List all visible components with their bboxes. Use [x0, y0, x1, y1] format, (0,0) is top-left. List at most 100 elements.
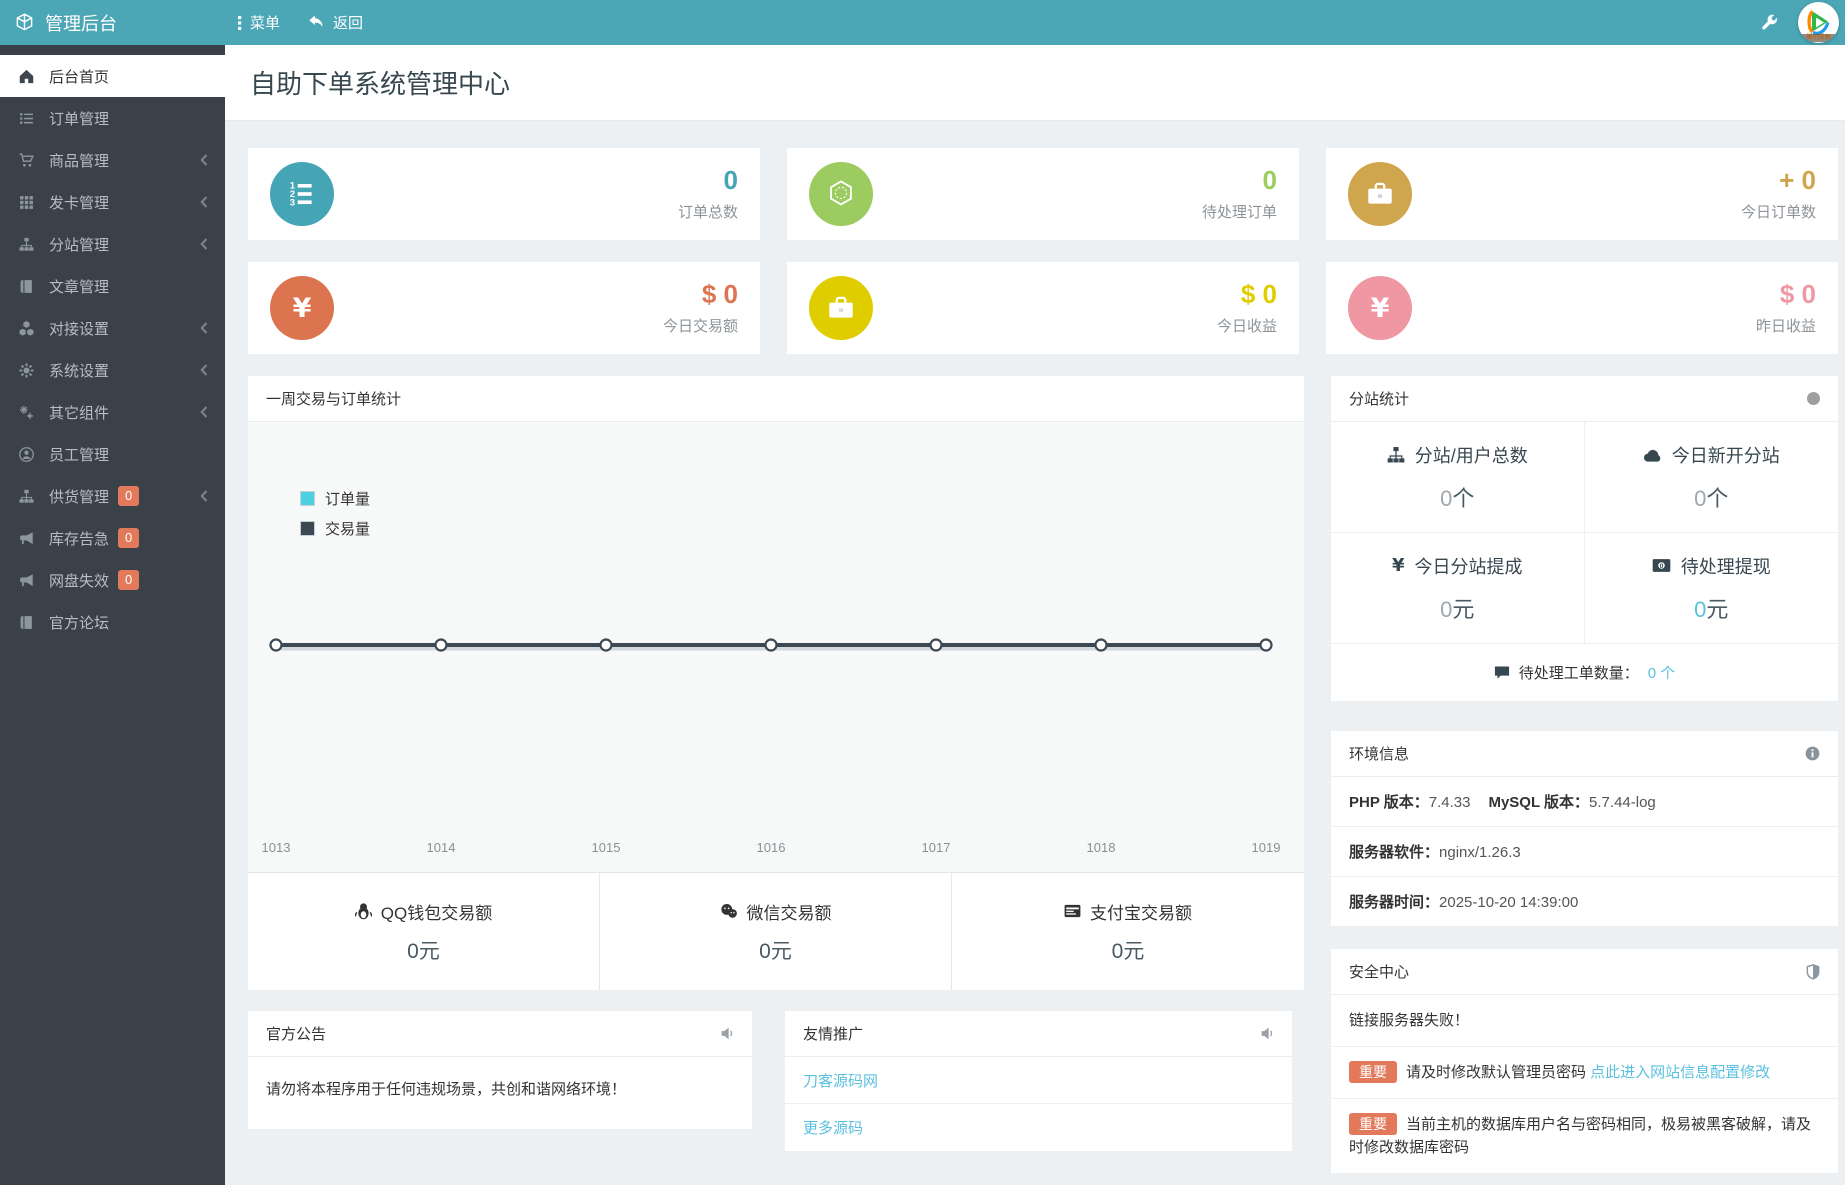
brand[interactable]: 管理后台 — [0, 10, 225, 36]
chart-footer: QQ钱包交易额 0元 微信交易额 0元 支付宝交易额 0元 — [248, 872, 1304, 990]
stat-label: 订单总数 — [677, 203, 738, 221]
stat-value: + 0 — [1779, 164, 1816, 195]
sidebar-item-articles[interactable]: 文章管理 — [0, 265, 225, 307]
stat-value: 0 — [723, 164, 738, 195]
sidebar-item-supply[interactable]: 供货管理 0 — [0, 475, 225, 517]
menu-toggle[interactable]: 菜单 — [238, 12, 280, 33]
topnav: 菜单 返回 — [238, 12, 363, 33]
promo-link[interactable]: 更多源码 — [785, 1104, 1292, 1151]
stat-label: 昨日收益 — [1755, 317, 1816, 335]
promo-link[interactable]: 刀客源码网 — [785, 1057, 1292, 1104]
stat-value: $ 0 — [1240, 278, 1277, 309]
promo-link-label: 更多源码 — [803, 1120, 864, 1137]
qq-wallet-cell: QQ钱包交易额 0元 — [248, 873, 600, 990]
important-badge: 重要 — [1349, 1113, 1397, 1135]
security-alert: 链接服务器失败！ — [1331, 995, 1838, 1047]
sidebar-item-label: 商品管理 — [49, 152, 110, 170]
sidebar-item-label: 官方论坛 — [49, 614, 110, 632]
sidebar-item-label: 对接设置 — [49, 320, 110, 338]
svg-text:1013: 1013 — [262, 840, 291, 855]
env-value: 2025-10-20 14:39:00 — [1439, 894, 1579, 911]
menu-label: 菜单 — [250, 15, 281, 32]
security-text: 当前主机的数据库用户名与密码相同，极易被黑客破解，请及时修改数据库密码 — [1349, 1116, 1812, 1156]
sidebar-item-cards[interactable]: 发卡管理 — [0, 181, 225, 223]
briefcase-icon — [809, 276, 873, 340]
wechat-icon — [720, 903, 738, 919]
speaker-icon — [719, 1026, 734, 1041]
wallet-value: 0元 — [759, 939, 792, 963]
gears-icon — [18, 405, 35, 420]
tencent-video-logo[interactable]: 腾讯视频 — [1798, 2, 1839, 43]
env-value: nginx/1.26.3 — [1439, 844, 1521, 861]
legend-label: 交易量 — [325, 521, 371, 538]
sidebar-item-label: 分站管理 — [49, 236, 110, 254]
sidebar-item-home[interactable]: 后台首页 — [0, 55, 225, 97]
book-icon — [18, 615, 35, 630]
sidebar-item-products[interactable]: 商品管理 — [0, 139, 225, 181]
branch-cell-total-users: 分站/用户总数 0个 — [1331, 422, 1585, 533]
sidebar-item-staff[interactable]: 员工管理 — [0, 433, 225, 475]
sidebar-item-label: 文章管理 — [49, 278, 110, 296]
bullhorn-icon — [18, 573, 35, 588]
sidebar-item-label: 后台首页 — [49, 68, 110, 86]
legend-swatch — [300, 491, 315, 506]
stats-grid: 123 0 订单总数 0 待处理订单 + 0 今日订单数 ¥ $ 0 今日交易额… — [248, 148, 1838, 354]
sidebar: 后台首页 订单管理 商品管理 发卡管理 分站管理 文章管理 对接设置 系统设置 … — [0, 45, 225, 1185]
count-badge: 0 — [118, 486, 140, 506]
env-row-versions: PHP 版本：7.4.33 MySQL 版本：5.7.44-log — [1331, 777, 1838, 827]
shield-icon — [1806, 963, 1820, 980]
stat-value: $ 0 — [1779, 278, 1816, 309]
briefcase-icon — [1348, 162, 1412, 226]
svg-text:1017: 1017 — [922, 840, 951, 855]
yen-icon: ¥ — [1348, 276, 1412, 340]
svg-text:0: 0 — [1659, 563, 1663, 570]
env-row-server-time: 服务器时间：2025-10-20 14:39:00 — [1331, 877, 1838, 926]
announcement-title: 官方公告 — [266, 1026, 327, 1043]
config-link[interactable]: 点此进入网站信息配置修改 — [1590, 1064, 1770, 1081]
wallet-value: 0元 — [1111, 939, 1145, 963]
sidebar-item-system-settings[interactable]: 系统设置 — [0, 349, 225, 391]
env-label: 服务器软件： — [1349, 844, 1440, 861]
credit-card-icon — [1064, 903, 1081, 919]
back-label: 返回 — [333, 15, 364, 32]
svg-text:1018: 1018 — [1087, 840, 1116, 855]
weekly-chart-panel: 一周交易与订单统计 订单量 交易量 1013 1014 1015 1016 10… — [248, 376, 1304, 990]
svg-text:3: 3 — [290, 198, 295, 209]
sidebar-item-other-components[interactable]: 其它组件 — [0, 391, 225, 433]
promo-title: 友情推广 — [803, 1026, 864, 1043]
sidebar-item-orders[interactable]: 订单管理 — [0, 97, 225, 139]
environment-title: 环境信息 — [1349, 746, 1410, 763]
legend-item-volume[interactable]: 交易量 — [300, 518, 370, 539]
wallet-label: 微信交易额 — [746, 903, 832, 923]
sidebar-item-official-forum[interactable]: 官方论坛 — [0, 601, 225, 643]
legend-label: 订单量 — [325, 491, 371, 508]
bullhorn-icon — [18, 531, 35, 546]
user-icon — [18, 446, 35, 462]
env-value: 5.7.44-log — [1589, 794, 1656, 811]
sidebar-item-docking[interactable]: 对接设置 — [0, 307, 225, 349]
sidebar-item-substations[interactable]: 分站管理 — [0, 223, 225, 265]
sidebar-item-label: 网盘失效 — [49, 572, 110, 590]
sidebar-item-stock-alert[interactable]: 库存告急 0 — [0, 517, 225, 559]
wechat-cell: 微信交易额 0元 — [600, 873, 952, 990]
svg-text:1016: 1016 — [757, 840, 786, 855]
stat-card-today-orders: + 0 今日订单数 — [1326, 148, 1838, 240]
back-button[interactable]: 返回 — [308, 12, 363, 33]
wrench-icon[interactable] — [1761, 14, 1778, 31]
pending-tickets-label: 待处理工单数量： — [1518, 665, 1639, 682]
content: 123 0 订单总数 0 待处理订单 + 0 今日订单数 ¥ $ 0 今日交易额… — [225, 121, 1845, 1173]
security-item-admin-password: 重要 请及时修改默认管理员密码 点此进入网站信息配置修改 — [1331, 1047, 1838, 1099]
sidebar-item-netdisk-invalid[interactable]: 网盘失效 0 — [0, 559, 225, 601]
branch-cell-value: 0 — [1440, 596, 1453, 622]
stat-card-yesterday-profit: ¥ $ 0 昨日收益 — [1326, 262, 1838, 354]
legend-item-orders[interactable]: 订单量 — [300, 488, 370, 509]
branch-cell-label: 分站/用户总数 — [1414, 445, 1528, 466]
branch-cell-pending-withdraw: 0 待处理提现 0元 — [1584, 533, 1838, 644]
page-header: 自助下单系统管理中心 — [225, 45, 1845, 121]
branch-title: 分站统计 — [1349, 391, 1410, 408]
sitemap-icon — [1387, 446, 1405, 464]
chart-area: 订单量 交易量 1013 1014 1015 1016 1017 1018 1019 — [248, 422, 1304, 872]
brand-title: 管理后台 — [45, 13, 117, 34]
stat-value: 0 — [1262, 164, 1277, 195]
chevron-left-icon — [200, 406, 208, 418]
